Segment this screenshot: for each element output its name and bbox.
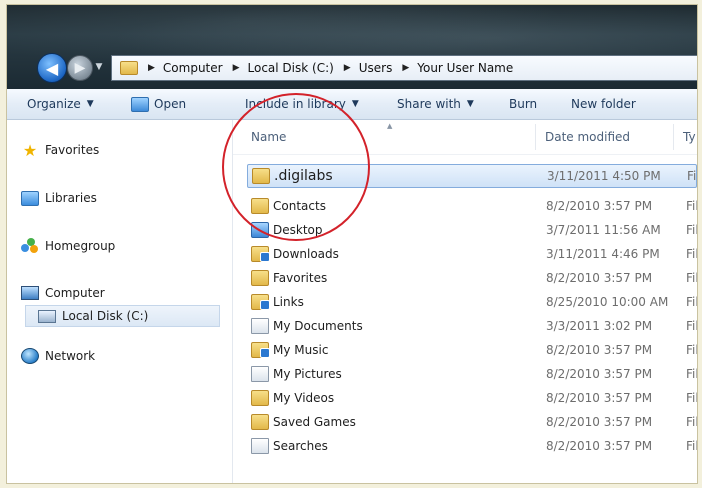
file-row-links[interactable]: Links 8/25/2010 10:00 AM Fil xyxy=(247,291,697,313)
breadcrumb-local-disk[interactable]: ▶ Local Disk (C:) xyxy=(223,61,334,75)
star-icon: ★ xyxy=(22,140,38,160)
homegroup-icon xyxy=(21,237,39,255)
nav-network[interactable]: Network xyxy=(21,345,246,367)
nav-libraries[interactable]: Libraries xyxy=(21,187,246,209)
network-icon xyxy=(21,347,39,365)
contacts-folder-icon xyxy=(251,198,269,214)
file-row-saved-games[interactable]: Saved Games 8/2/2010 3:57 PM Fil xyxy=(247,411,697,433)
file-row-my-documents[interactable]: My Documents 3/3/2011 3:02 PM Fil xyxy=(247,315,697,337)
column-type[interactable]: Ty xyxy=(683,130,696,144)
breadcrumb-user-name[interactable]: ▶ Your User Name xyxy=(392,61,513,75)
folder-icon xyxy=(252,168,270,184)
column-divider[interactable] xyxy=(535,124,536,150)
column-header: ▲ Name Date modified Ty xyxy=(233,120,697,155)
file-list: ▲ Name Date modified Ty .digilabs 3/11/2… xyxy=(233,120,697,483)
window-titlebar: ◀ ▶ ▼ ▶ Computer ▶ Local Disk (C:) ▶ Users … xyxy=(7,5,697,89)
breadcrumb-arrow-icon: ▶ xyxy=(402,63,410,73)
pictures-folder-icon xyxy=(251,366,269,382)
saved-games-folder-icon xyxy=(251,414,269,430)
new-folder-button[interactable]: New folder xyxy=(571,89,636,119)
include-in-library-button[interactable]: Include in library ▼ xyxy=(245,89,359,119)
folder-icon xyxy=(120,61,138,75)
back-arrow-icon: ◀ xyxy=(45,58,59,78)
nav-favorites[interactable]: ★ Favorites xyxy=(21,139,246,161)
file-row-downloads[interactable]: Downloads 3/11/2011 4:46 PM Fil xyxy=(247,243,697,265)
address-bar[interactable]: ▶ Computer ▶ Local Disk (C:) ▶ Users ▶ Your … xyxy=(111,55,697,81)
navigation-pane: ★ Favorites Libraries Homegroup Computer… xyxy=(7,120,233,483)
documents-folder-icon xyxy=(251,318,269,334)
history-dropdown-button[interactable]: ▼ xyxy=(93,61,105,73)
file-row-my-pictures[interactable]: My Pictures 8/2/2010 3:57 PM Fil xyxy=(247,363,697,385)
nav-local-disk[interactable]: Local Disk (C:) xyxy=(25,305,220,327)
library-icon xyxy=(21,189,39,207)
forward-button[interactable]: ▶ xyxy=(67,55,93,81)
file-row-desktop[interactable]: Desktop 3/7/2011 11:56 AM Fil xyxy=(247,219,697,241)
downloads-folder-icon xyxy=(251,246,270,262)
computer-icon xyxy=(21,284,39,302)
back-button[interactable]: ◀ xyxy=(37,53,67,83)
explorer-window: ◀ ▶ ▼ ▶ Computer ▶ Local Disk (C:) ▶ Users … xyxy=(6,4,698,484)
open-folder-icon xyxy=(131,96,149,112)
burn-button[interactable]: Burn xyxy=(509,89,537,119)
organize-button[interactable]: Organize ▼ xyxy=(27,89,94,119)
nav-homegroup[interactable]: Homegroup xyxy=(21,235,246,257)
desktop-folder-icon xyxy=(251,222,269,238)
column-date-modified[interactable]: Date modified xyxy=(545,130,630,144)
chevron-down-icon: ▼ xyxy=(351,99,359,109)
file-row-digilabs[interactable]: .digilabs 3/11/2011 4:50 PM Fil xyxy=(247,164,697,188)
file-row-my-music[interactable]: My Music 8/2/2010 3:57 PM Fil xyxy=(247,339,697,361)
breadcrumb-arrow-icon: ▶ xyxy=(148,63,155,73)
sort-ascending-icon: ▲ xyxy=(387,122,393,130)
breadcrumb-arrow-icon: ▶ xyxy=(232,63,240,73)
chevron-down-icon: ▼ xyxy=(86,99,94,109)
links-folder-icon xyxy=(251,294,270,310)
breadcrumb-users[interactable]: ▶ Users xyxy=(334,61,393,75)
breadcrumb-computer[interactable]: ▶ Computer xyxy=(138,61,223,75)
forward-arrow-icon: ▶ xyxy=(74,60,86,76)
file-row-favorites[interactable]: Favorites 8/2/2010 3:57 PM Fil xyxy=(247,267,697,289)
videos-folder-icon xyxy=(251,390,269,406)
column-name[interactable]: Name xyxy=(251,130,286,144)
nav-computer[interactable]: Computer xyxy=(21,282,246,304)
column-divider[interactable] xyxy=(673,124,674,150)
share-with-button[interactable]: Share with ▼ xyxy=(397,89,474,119)
file-row-contacts[interactable]: Contacts 8/2/2010 3:57 PM Fil xyxy=(247,195,697,217)
searches-folder-icon xyxy=(251,438,269,454)
file-row-searches[interactable]: Searches 8/2/2010 3:57 PM Fil xyxy=(247,435,697,457)
chevron-down-icon: ▼ xyxy=(466,99,474,109)
favorites-folder-icon xyxy=(251,270,269,286)
music-folder-icon xyxy=(251,342,270,358)
breadcrumb-arrow-icon: ▶ xyxy=(343,63,351,73)
command-bar: Organize ▼ Open Include in library ▼ Share… xyxy=(7,89,697,120)
chevron-down-icon: ▼ xyxy=(95,62,103,72)
disk-drive-icon xyxy=(38,307,56,325)
open-button[interactable]: Open xyxy=(131,89,186,119)
file-row-my-videos[interactable]: My Videos 8/2/2010 3:57 PM Fil xyxy=(247,387,697,409)
navigation-row: ◀ ▶ ▼ ▶ Computer ▶ Local Disk (C:) ▶ Users … xyxy=(7,49,697,85)
